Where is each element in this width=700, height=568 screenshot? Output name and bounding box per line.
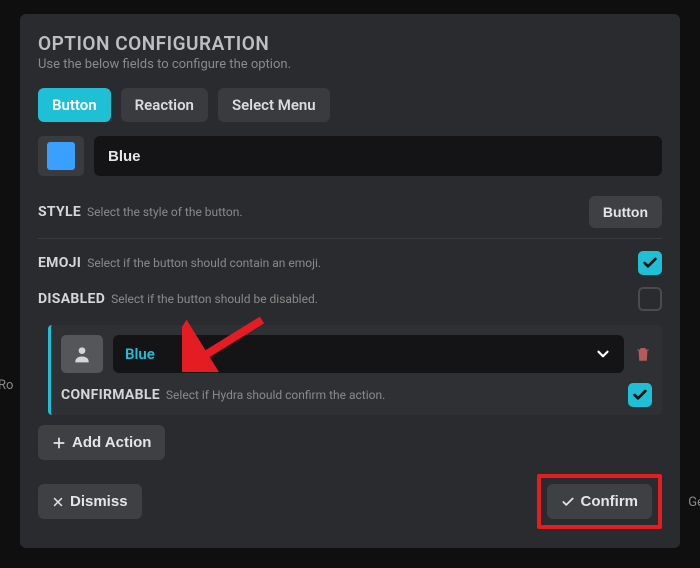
emoji-checkbox[interactable] xyxy=(638,251,662,275)
label-input[interactable] xyxy=(94,136,662,176)
emoji-label: EMOJI xyxy=(38,255,81,271)
bg-text-left: Ro xyxy=(0,378,13,393)
panel-subtitle: Use the below fields to configure the op… xyxy=(38,57,662,72)
plus-icon xyxy=(52,436,66,450)
style-hint: Select the style of the button. xyxy=(87,205,242,219)
style-label: STYLE xyxy=(38,204,81,220)
bg-text-right: Ge xyxy=(688,495,700,510)
disabled-label: DISABLED xyxy=(38,291,105,307)
add-action-label: Add Action xyxy=(72,434,151,451)
delete-icon[interactable] xyxy=(634,344,652,364)
divider xyxy=(38,238,662,239)
role-dropdown[interactable]: Blue xyxy=(113,335,624,373)
confirmable-hint: Select if Hydra should confirm the actio… xyxy=(166,388,385,402)
role-icon-box xyxy=(61,335,103,373)
add-action-button[interactable]: Add Action xyxy=(38,425,165,460)
panel-title: OPTION CONFIGURATION xyxy=(38,32,662,55)
role-dropdown-value: Blue xyxy=(125,345,155,363)
color-swatch xyxy=(47,142,75,170)
confirm-highlight-box: Confirm xyxy=(537,474,663,529)
style-selector-button[interactable]: Button xyxy=(589,196,662,228)
option-configuration-panel: OPTION CONFIGURATION Use the below field… xyxy=(20,14,680,548)
color-swatch-box[interactable] xyxy=(38,136,84,176)
chevron-down-icon xyxy=(594,345,612,363)
tab-button[interactable]: Button xyxy=(38,88,111,122)
dismiss-label: Dismiss xyxy=(70,493,128,510)
check-icon xyxy=(642,255,658,271)
check-icon xyxy=(561,495,575,509)
close-icon xyxy=(52,496,64,508)
option-tabs: Button Reaction Select Menu xyxy=(38,88,662,122)
tab-reaction[interactable]: Reaction xyxy=(121,88,208,122)
tab-select-menu[interactable]: Select Menu xyxy=(218,88,330,122)
disabled-checkbox[interactable] xyxy=(638,287,662,311)
disabled-hint: Select if the button should be disabled. xyxy=(111,292,318,306)
check-icon xyxy=(632,387,648,403)
confirmable-checkbox[interactable] xyxy=(628,383,652,407)
user-icon xyxy=(72,344,92,364)
confirm-button[interactable]: Confirm xyxy=(547,484,653,519)
confirm-label: Confirm xyxy=(581,493,639,510)
role-config-block: Blue CONFIRMABLE Select if Hydra should … xyxy=(48,325,662,415)
dismiss-button[interactable]: Dismiss xyxy=(38,484,142,519)
confirmable-label: CONFIRMABLE xyxy=(61,387,160,403)
emoji-hint: Select if the button should contain an e… xyxy=(87,256,321,270)
